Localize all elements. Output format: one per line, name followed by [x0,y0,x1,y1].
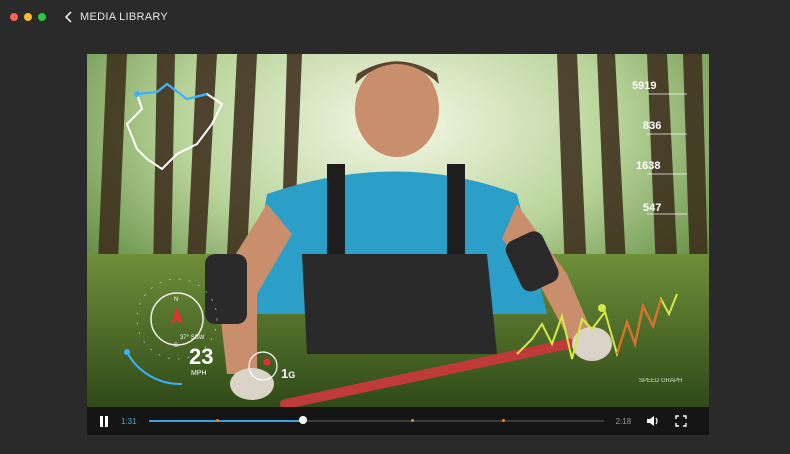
speed-unit: MPH [191,370,207,377]
page-title: MEDIA LIBRARY [80,11,169,23]
window-controls [10,13,46,21]
compass-n-label: N [174,297,178,303]
speed-graph-label: SPEED GRAPH [639,378,683,384]
seek-bar-progress [148,420,304,422]
pause-button[interactable] [87,407,121,435]
stat-value-2: 836 [643,120,662,132]
volume-icon [647,416,658,426]
minimize-window-button[interactable] [24,13,32,21]
seek-bar-handle[interactable] [299,416,308,424]
route-map [125,82,224,171]
back-button[interactable] [64,10,78,24]
stat-value-1: 5919 [632,80,657,92]
stat-value-4: 547 [643,202,662,214]
compass-s-label: S [174,343,178,349]
video-player[interactable]: N S 5919 836 1638 547 23 MPH 37° SSW 1G … [87,54,709,435]
maximize-window-button[interactable] [38,13,46,21]
heading-readout: 37° SSW [180,335,205,341]
gforce-unit: G [288,370,296,380]
seek-bar-marker[interactable] [411,419,415,422]
seek-bar-marker[interactable] [215,419,219,422]
stat-value-3: 1638 [636,160,661,172]
seek-bar-marker[interactable] [502,419,506,422]
gforce-value: 1G [281,366,295,381]
fullscreen-button[interactable] [667,407,695,435]
fullscreen-icon [675,415,687,427]
speed-value: 23 [189,344,214,369]
current-time: 1:31 [121,416,137,426]
video-frame[interactable]: N S 5919 836 1638 547 23 MPH 37° SSW 1G … [87,54,709,407]
volume-button[interactable] [639,407,667,435]
close-window-button[interactable] [10,13,18,21]
total-time: 2:18 [615,416,632,426]
chevron-left-icon [64,11,72,23]
seek-bar[interactable] [148,416,604,424]
pause-icon [100,415,108,427]
hud-overlay: N S [124,82,687,386]
title-bar: MEDIA LIBRARY [0,0,790,34]
playback-controls: 1:31 2:18 [87,407,709,435]
